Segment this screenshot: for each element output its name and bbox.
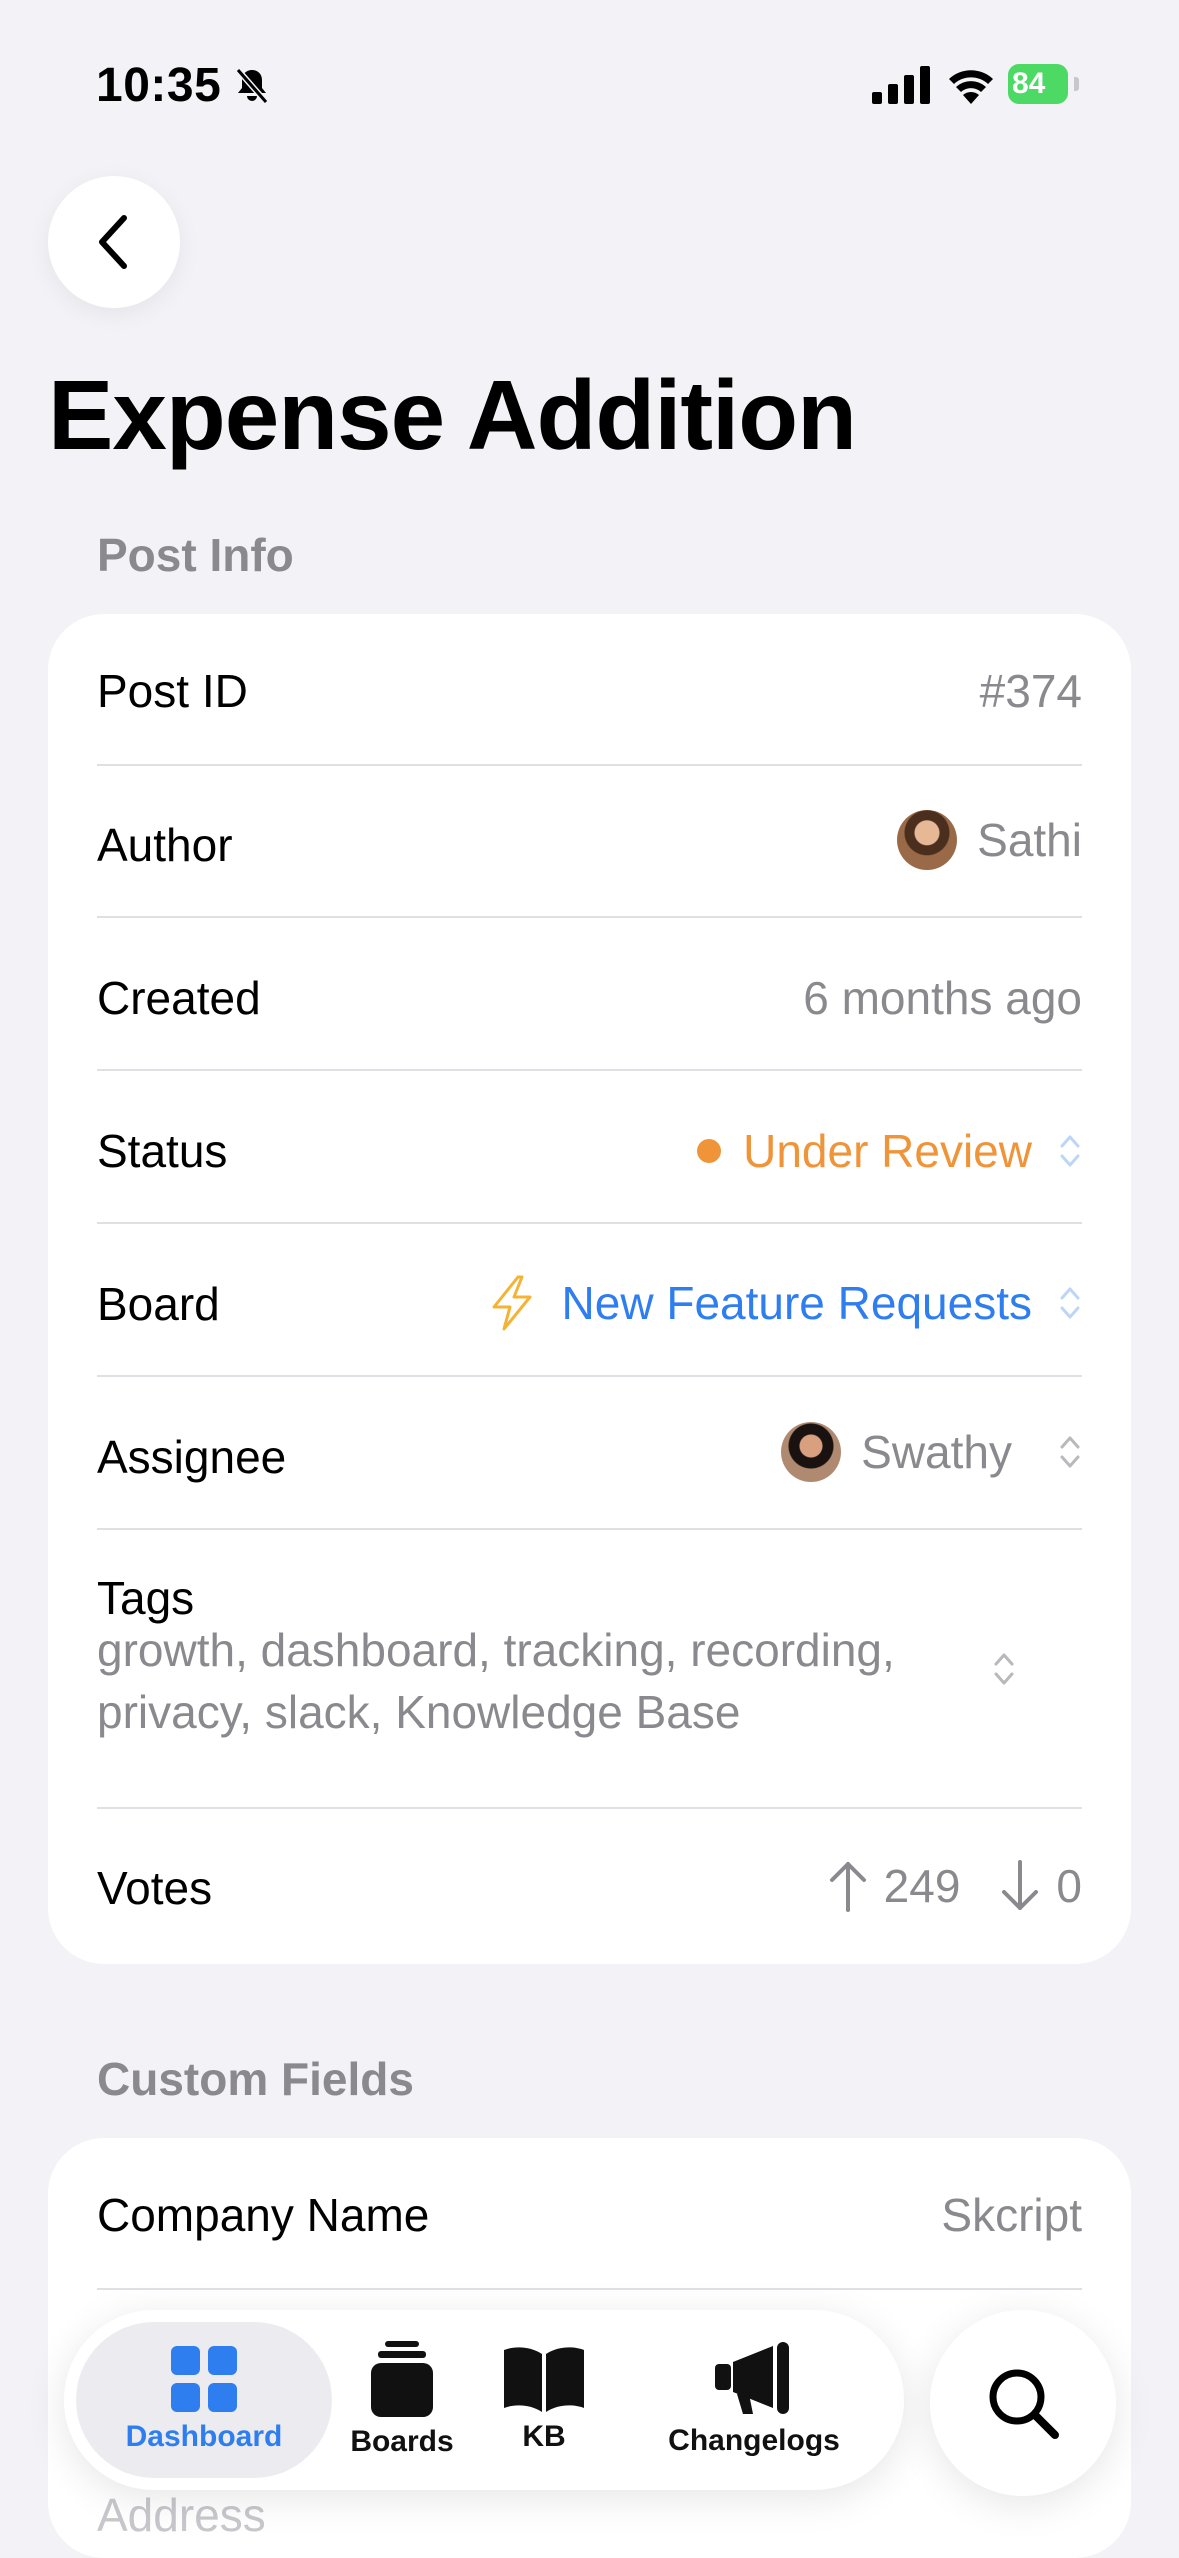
downvote-count: 0	[1056, 1860, 1082, 1912]
post-id-label: Post ID	[97, 665, 248, 717]
megaphone-icon	[715, 2342, 789, 2414]
company-name-label: Company Name	[97, 2189, 430, 2241]
assignee-name: Swathy	[861, 1426, 1012, 1478]
chevron-up-down-icon	[1060, 1436, 1080, 1468]
company-name-value: Skcript	[941, 2189, 1082, 2241]
board-label: Board	[97, 1278, 220, 1330]
post-info-card: Post ID #374 Author Sathi Created 6 mont…	[48, 614, 1131, 1964]
upvote-count: 249	[883, 1860, 961, 1912]
tab-kb[interactable]: KB	[484, 2310, 604, 2490]
search-icon	[989, 2369, 1059, 2439]
tab-changelogs-label: Changelogs	[668, 2424, 840, 2457]
page-title: Expense Addition	[48, 360, 857, 470]
tags-label: Tags	[97, 1572, 195, 1624]
battery-nub	[1074, 77, 1079, 91]
status-label: Status	[97, 1125, 228, 1177]
wifi-icon	[949, 70, 993, 104]
chevron-left-icon	[99, 215, 127, 269]
board-value[interactable]: New Feature Requests	[488, 1275, 1082, 1331]
tab-boards-label: Boards	[350, 2425, 454, 2458]
votes-label: Votes	[97, 1862, 213, 1914]
author-row: Author Sathi	[97, 766, 1082, 918]
votes-value: 249 0	[828, 1859, 1082, 1913]
board-row[interactable]: Board New Feature Requests	[97, 1225, 1082, 1377]
chevron-up-down-icon	[994, 1653, 1014, 1685]
tab-dashboard[interactable]: Dashboard	[76, 2322, 332, 2478]
board-text: New Feature Requests	[561, 1277, 1032, 1329]
back-button[interactable]	[48, 176, 180, 308]
post-id-row: Post ID #374	[97, 614, 1082, 766]
post-id-value: #374	[979, 665, 1082, 717]
assignee-avatar	[781, 1422, 842, 1482]
assignee-value[interactable]: Swathy	[781, 1422, 1082, 1482]
search-button[interactable]	[930, 2310, 1116, 2496]
assignee-label: Assignee	[97, 1431, 287, 1483]
status-value[interactable]: Under Review	[697, 1124, 1082, 1178]
address-label: Address	[97, 2489, 266, 2541]
battery-level: 84	[1008, 64, 1068, 104]
grid-icon	[171, 2346, 237, 2412]
tab-bar: Dashboard Boards KB Changelogs	[64, 2310, 904, 2490]
tags-row[interactable]: Tags growth, dashboard, tracking, record…	[97, 1531, 1082, 1809]
tab-dashboard-label: Dashboard	[125, 2420, 283, 2453]
status-time: 10:35	[96, 59, 222, 112]
cellular-signal-icon	[872, 66, 930, 104]
arrow-up-icon	[829, 1862, 866, 1912]
silent-bell-icon	[235, 68, 269, 104]
status-text: Under Review	[743, 1125, 1032, 1177]
section-label-custom-fields: Custom Fields	[97, 2053, 414, 2105]
status-row[interactable]: Status Under Review	[97, 1072, 1082, 1224]
stack-icon	[371, 2341, 433, 2417]
author-avatar	[897, 810, 958, 870]
status-dot-icon	[697, 1139, 722, 1163]
tab-kb-label: KB	[522, 2420, 566, 2453]
company-name-row: Company Name Skcript	[97, 2138, 1082, 2290]
status-bar: 10:35 84	[0, 0, 1179, 170]
chevron-up-down-icon	[1060, 1135, 1080, 1167]
created-value: 6 months ago	[803, 972, 1082, 1024]
arrow-down-icon	[1002, 1860, 1039, 1910]
created-label: Created	[97, 972, 261, 1024]
tab-changelogs[interactable]: Changelogs	[654, 2310, 854, 2490]
tab-boards[interactable]: Boards	[332, 2310, 472, 2490]
tags-value: growth, dashboard, tracking, recording, …	[97, 1624, 895, 1738]
author-name: Sathi	[977, 814, 1082, 866]
book-icon	[504, 2347, 584, 2412]
created-row: Created 6 months ago	[97, 919, 1082, 1071]
votes-row: Votes 249 0	[97, 1809, 1082, 1959]
lightning-icon	[492, 1275, 532, 1331]
author-value: Sathi	[897, 810, 1082, 870]
section-label-post-info: Post Info	[97, 529, 294, 581]
assignee-row[interactable]: Assignee Swathy	[97, 1378, 1082, 1530]
author-label: Author	[97, 819, 233, 871]
chevron-up-down-icon	[1060, 1287, 1080, 1319]
